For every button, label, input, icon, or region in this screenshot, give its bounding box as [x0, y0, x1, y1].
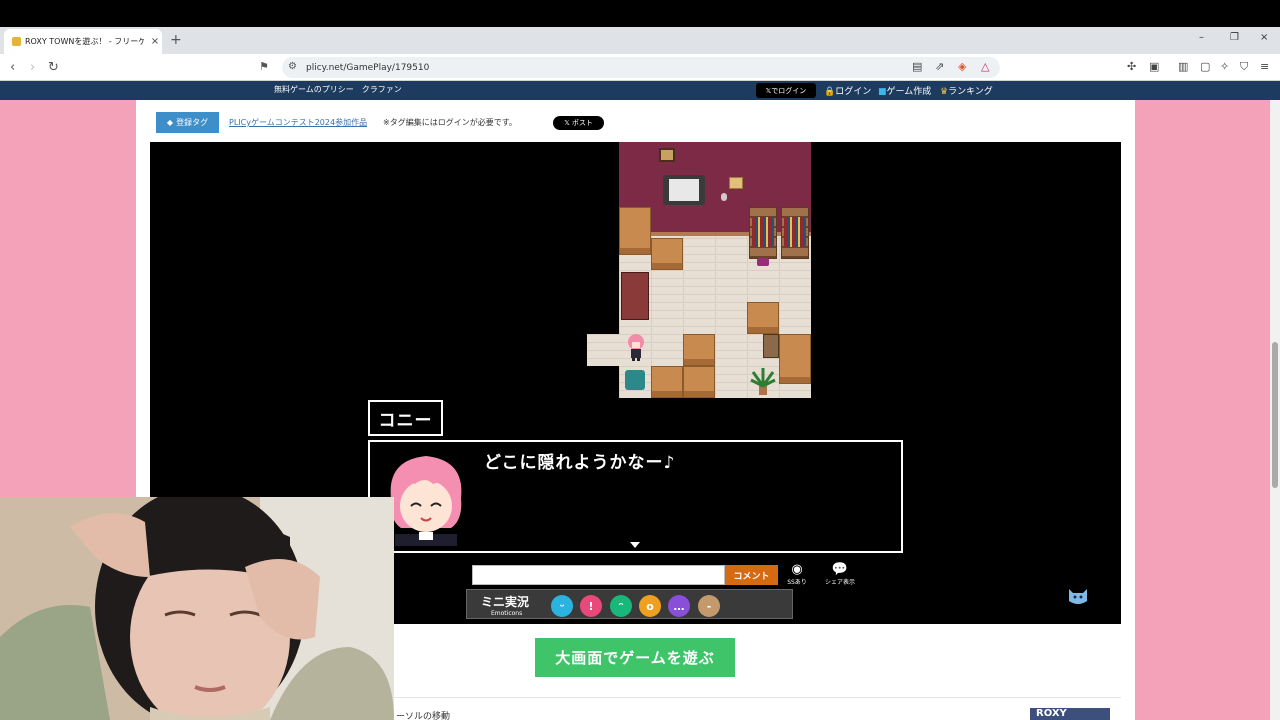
minimize-button[interactable]: – — [1199, 32, 1204, 43]
happy-face-icon[interactable]: ᵕ — [551, 595, 573, 617]
share-icon[interactable]: ⇗ — [935, 60, 944, 73]
wooden-box-sprite — [619, 207, 651, 255]
mini-jikkyo-bar: ミニ実況 Emoticons ᵕ ! ᵔ o … - — [466, 589, 793, 619]
create-game-link[interactable]: ■ゲーム作成 — [878, 84, 931, 97]
ai-icon[interactable]: ✧ — [1220, 60, 1229, 73]
rewards-icon[interactable]: △ — [981, 60, 989, 73]
speaker-name-box: コニー — [368, 400, 443, 436]
share-display-toggle[interactable]: 💬 シェア表示 — [822, 562, 858, 587]
favicon-icon — [12, 37, 21, 46]
wooden-box-sprite — [651, 366, 683, 398]
tab-title: ROXY TOWNを遊ぶ！ - フリーゲ — [25, 37, 144, 46]
cushion-sprite — [757, 258, 769, 266]
x-post-button[interactable]: 𝕏 ポスト — [553, 116, 604, 130]
speech-bubble-icon: 💬 — [831, 562, 849, 577]
scrollbar-thumb[interactable] — [1272, 342, 1278, 488]
browser-tab[interactable]: ROXY TOWNを遊ぶ！ - フリーゲ × — [4, 29, 162, 54]
sofa-cushion-sprite — [669, 179, 699, 201]
tab-close-icon[interactable]: × — [148, 36, 162, 47]
wooden-box-sprite — [683, 334, 715, 366]
books-sprite — [784, 217, 806, 247]
url-text: plicy.net/GamePlay/179510 — [306, 62, 430, 73]
screen: ROXY TOWNを遊ぶ！ - フリーゲ × + – ❐ × ‹ › ↻ ⚑ p… — [0, 0, 1280, 720]
play-fullscreen-button[interactable]: 大画面でゲームを遊ぶ — [535, 638, 735, 677]
reload-icon[interactable]: ↻ — [48, 60, 59, 75]
player-character-sprite — [628, 334, 644, 361]
forward-icon[interactable]: › — [30, 60, 35, 75]
ranking-label: ランキング — [948, 87, 993, 97]
bookmark-icon[interactable]: ⚑ — [259, 60, 269, 73]
back-icon[interactable]: ‹ — [10, 60, 15, 75]
books-sprite — [752, 217, 774, 247]
vpn-icon[interactable]: ⛉ — [1240, 60, 1248, 74]
webcam-overlay — [0, 497, 394, 720]
cabinet-sprite — [621, 272, 649, 320]
mini-jikkyo-label: ミニ実況 — [481, 595, 530, 609]
chair-sprite — [763, 334, 779, 358]
neutral-face-icon[interactable]: - — [698, 595, 720, 617]
emoticons-label: Emoticons — [491, 610, 523, 617]
create-game-label: ゲーム作成 — [886, 87, 932, 97]
screenshot-icon[interactable]: ▢ — [1200, 60, 1210, 73]
chat-icon: ■ — [878, 87, 887, 97]
potted-plant-sprite — [750, 368, 776, 395]
character-portrait — [390, 456, 462, 546]
continue-arrow-icon — [630, 542, 640, 548]
share-display-label: シェア表示 — [824, 579, 855, 586]
restore-button[interactable]: ❐ — [1230, 32, 1239, 43]
login-link[interactable]: 🔒ログイン — [824, 84, 871, 97]
contest-tag-link[interactable]: PLICyゲームコンテスト2024参加作品 — [229, 117, 367, 128]
wooden-box-sprite — [683, 366, 715, 398]
laugh-face-icon[interactable]: ᵔ — [610, 595, 632, 617]
stool-sprite — [625, 370, 645, 390]
picture-frame-sprite — [729, 177, 743, 189]
menu-icon[interactable]: ≡ — [1260, 60, 1269, 73]
wooden-box-sprite — [779, 334, 811, 384]
controls-help-text: ーソルの移動 — [396, 712, 451, 720]
site-header: 無料ゲームのプリシー クラファン 𝕏でログイン 🔒ログイン ■ゲーム作成 ♛ラン… — [0, 81, 1280, 100]
wall-clock-sprite — [659, 148, 675, 162]
brave-shield-icon[interactable]: ◈ — [958, 60, 966, 73]
close-window-button[interactable]: × — [1260, 32, 1268, 43]
sidebar-icon[interactable]: ▥ — [1178, 60, 1188, 73]
tag-icon: ◆ — [166, 118, 174, 127]
extensions-icon[interactable]: ✣ — [1127, 60, 1136, 73]
site-info-icon[interactable]: ⚙ — [288, 61, 297, 72]
surprised-face-icon[interactable]: o — [639, 595, 661, 617]
tag-button-label: 登録タグ — [176, 118, 209, 127]
angry-face-icon[interactable]: ! — [580, 595, 602, 617]
trophy-icon: ♛ — [940, 87, 949, 97]
address-bar[interactable]: plicy.net/GamePlay/179510 — [282, 57, 1000, 78]
ss-label: SSあり — [787, 579, 807, 586]
comment-submit-button[interactable]: コメント — [725, 565, 778, 585]
sad-face-icon[interactable]: … — [668, 595, 690, 617]
ranking-link[interactable]: ♛ランキング — [940, 84, 993, 97]
wallet-icon[interactable]: ▣ — [1149, 60, 1159, 73]
browser-toolbar: ‹ › ↻ ⚑ plicy.net/GamePlay/179510 ⚙ ▤ ⇗ … — [0, 54, 1280, 81]
wooden-box-sprite — [747, 302, 779, 334]
browser-tab-bar: ROXY TOWNを遊ぶ！ - フリーゲ × + – ❐ × — [0, 27, 1280, 54]
reader-icon[interactable]: ▤ — [912, 60, 922, 73]
new-tab-button[interactable]: + — [170, 32, 182, 48]
vase-sprite — [721, 193, 727, 201]
wooden-box-sprite — [651, 238, 683, 270]
roxy-logo[interactable]: ROXY — [1030, 708, 1110, 720]
lock-icon: 🔒 — [824, 87, 836, 97]
mascot-cat-icon[interactable] — [1066, 583, 1090, 607]
camera-icon: ◉ — [791, 562, 803, 577]
screenshot-toggle[interactable]: ◉ SSあり — [785, 562, 809, 587]
tag-button[interactable]: ◆ 登録タグ — [156, 112, 219, 133]
comment-input[interactable] — [472, 565, 725, 585]
dialogue-text: どこに隠れようかなー♪ — [484, 453, 676, 473]
game-map-corridor — [587, 334, 621, 366]
tag-note: ※タグ編集にはログインが必要です。 — [383, 118, 517, 127]
x-login-button[interactable]: 𝕏でログイン — [756, 83, 816, 98]
site-brand[interactable]: 無料ゲームのプリシー クラファン — [274, 84, 402, 95]
login-label: ログイン — [835, 87, 872, 97]
